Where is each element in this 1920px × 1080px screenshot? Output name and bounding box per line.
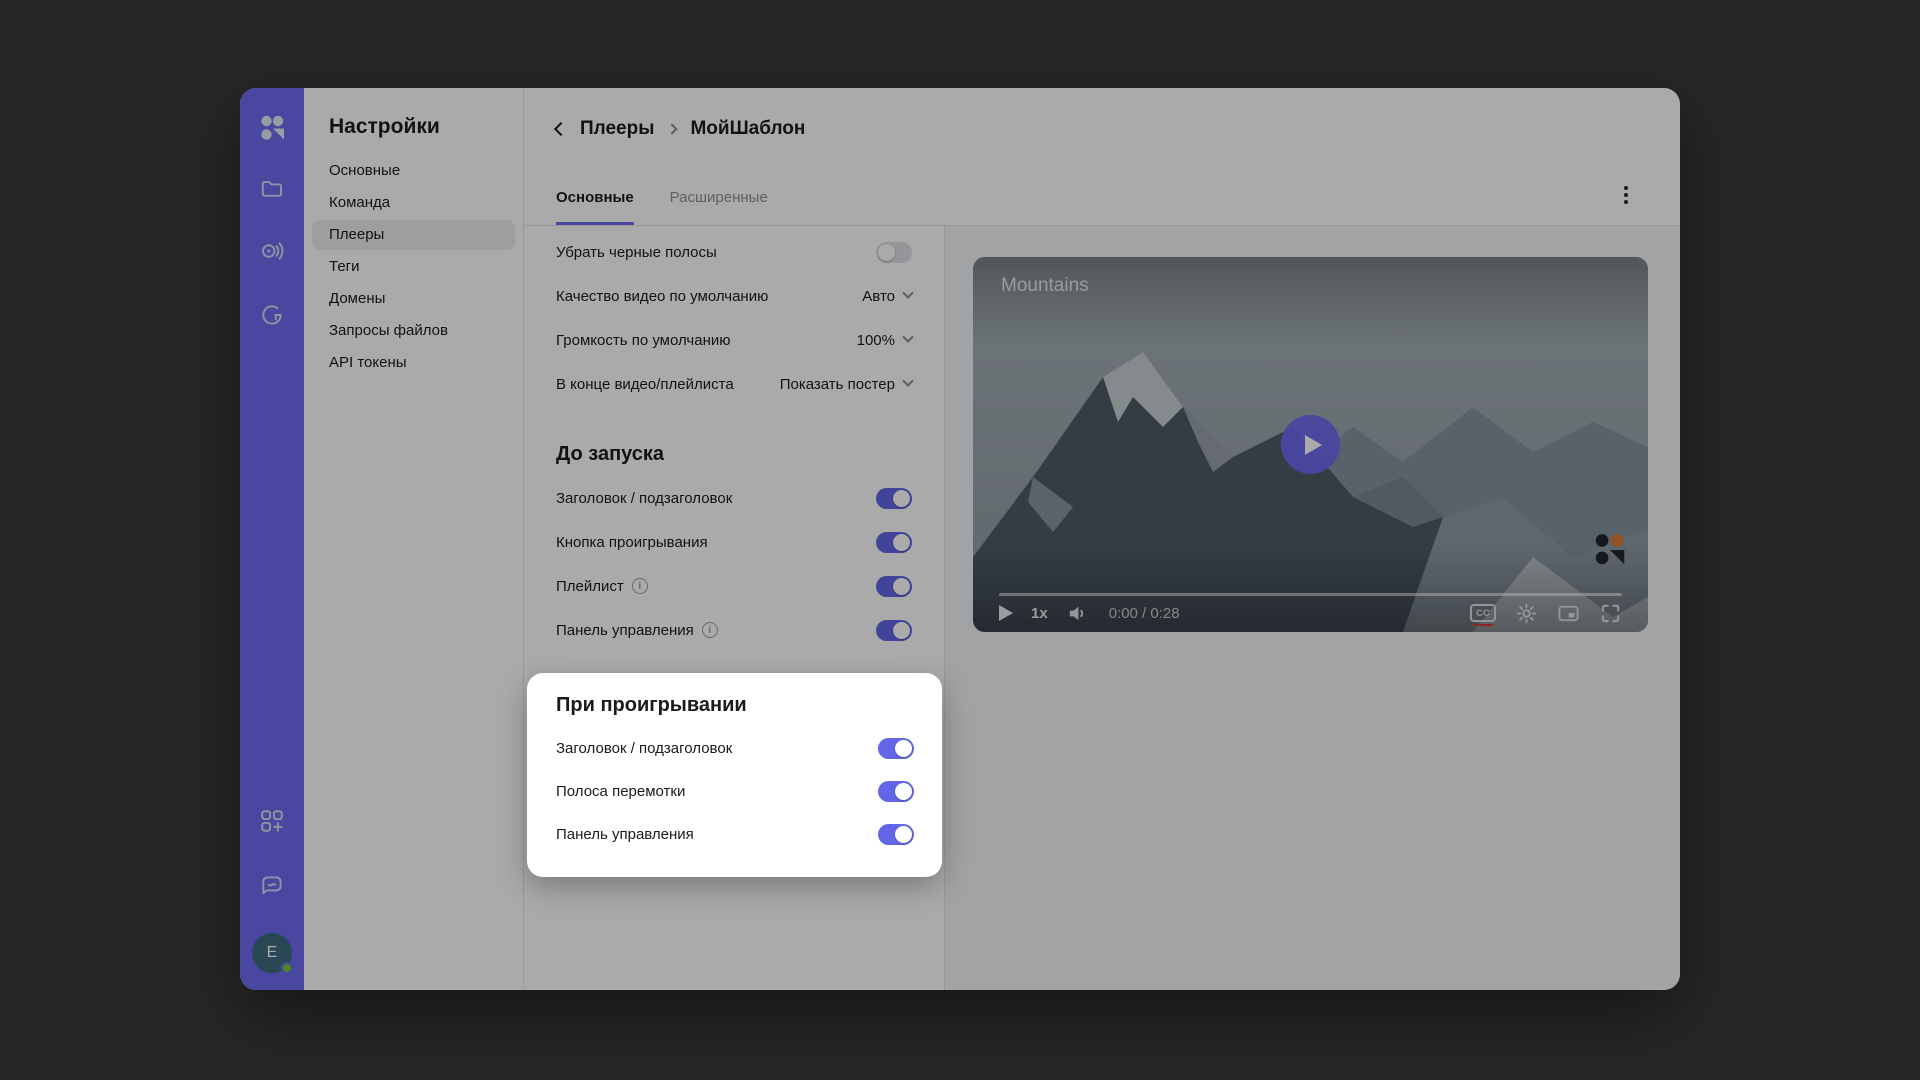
card-row-title-subtitle: Заголовок / подзаголовок bbox=[556, 727, 914, 770]
while-playing-card: При проигрывании Заголовок / подзаголово… bbox=[527, 673, 942, 877]
card-row-control-panel: Панель управления bbox=[556, 813, 914, 856]
seek-bar-toggle[interactable] bbox=[878, 781, 914, 802]
spotlight-overlay bbox=[0, 0, 1920, 1080]
page: E Настройки Основные Команда Плееры Теги… bbox=[0, 0, 1920, 1080]
setting-label: Панель управления bbox=[556, 826, 694, 843]
setting-label: Заголовок / подзаголовок bbox=[556, 740, 732, 757]
card-row-seek-bar: Полоса перемотки bbox=[556, 770, 914, 813]
setting-label: Полоса перемотки bbox=[556, 783, 685, 800]
card-title: При проигрывании bbox=[556, 691, 914, 719]
title-subtitle-playing-toggle[interactable] bbox=[878, 738, 914, 759]
control-panel-playing-toggle[interactable] bbox=[878, 824, 914, 845]
